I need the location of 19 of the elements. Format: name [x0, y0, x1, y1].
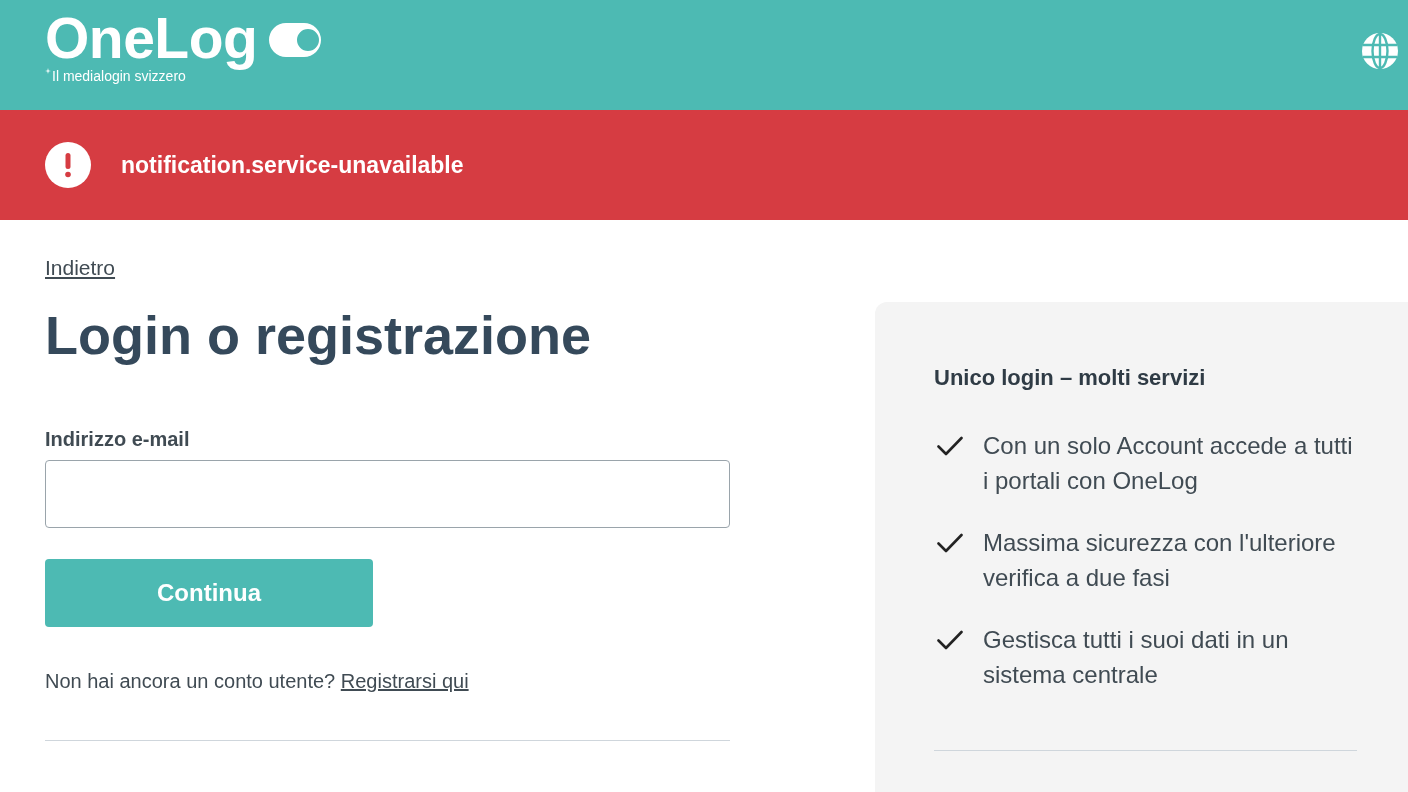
check-icon	[937, 630, 963, 650]
page-title: Login o registrazione	[45, 304, 592, 367]
brand-tagline: Il medialogin svizzero	[52, 68, 186, 85]
panel-title: Unico login – molti servizi	[934, 364, 1207, 392]
check-icon	[937, 436, 963, 456]
back-link[interactable]: Indietro	[45, 256, 116, 280]
benefit-text: Con un solo Account accede a tutti i portali con OneLog	[983, 431, 1354, 496]
notification-message: notification.service-unavailable	[121, 151, 464, 179]
email-input[interactable]	[45, 460, 730, 528]
email-label: Indirizzo e-mail	[45, 427, 190, 451]
sparkle-icon	[45, 68, 51, 74]
toggle-icon	[269, 22, 322, 57]
globe-icon[interactable]	[1362, 33, 1398, 69]
signup-text: Non hai ancora un conto utente? Registrarsi qui	[45, 669, 469, 694]
check-icon	[937, 533, 963, 553]
benefit-text: Massima sicurezza con l'ulteriore verifica a due fasi	[983, 528, 1337, 593]
signup-link[interactable]: Registrarsi qui	[340, 670, 469, 692]
alert-icon	[45, 142, 91, 188]
benefit-text: Gestisca tutti i suoi dati in un sistema centrale	[983, 625, 1290, 690]
